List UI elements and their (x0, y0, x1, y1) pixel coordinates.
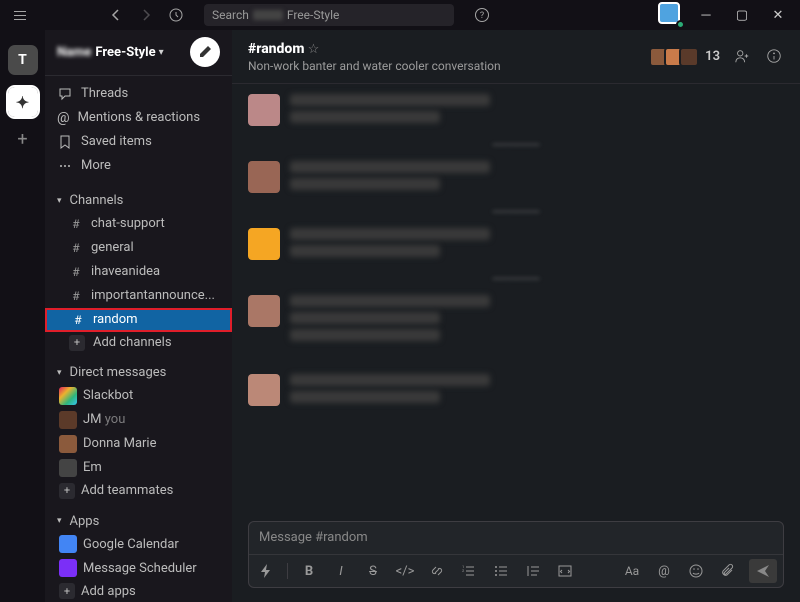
svg-text:2: 2 (462, 568, 465, 573)
dm-em[interactable]: Em (45, 456, 232, 480)
window-close[interactable]: ✕ (764, 3, 792, 27)
channel-header: #random ☆ Non-work banter and water cool… (232, 30, 800, 84)
history-back-button[interactable] (104, 3, 128, 27)
strike-button[interactable]: S (362, 560, 384, 582)
channel-general[interactable]: #general (45, 236, 232, 260)
channels-header[interactable]: ▾Channels (45, 190, 232, 212)
mention-button[interactable]: @ (653, 560, 675, 582)
channel-details-icon[interactable] (766, 48, 784, 66)
nav-saved[interactable]: Saved items (45, 130, 232, 154)
codeblock-button[interactable] (554, 560, 576, 582)
compose-button[interactable] (190, 37, 220, 67)
app-message-scheduler[interactable]: Message Scheduler (45, 556, 232, 580)
app-icon (59, 535, 77, 553)
composer-input[interactable]: Message #random (249, 522, 783, 554)
workspace-header[interactable]: Name Free-Style ▾ (45, 30, 232, 76)
avatar (59, 459, 77, 477)
menu-icon[interactable] (8, 3, 32, 27)
app-icon (59, 559, 77, 577)
add-teammates[interactable]: +Add teammates (45, 480, 232, 502)
shortcut-icon[interactable] (255, 560, 277, 582)
dm-header[interactable]: ▾Direct messages (45, 362, 232, 384)
search-input[interactable]: Search Free-Style (204, 4, 454, 26)
link-button[interactable] (426, 560, 448, 582)
hash-icon: # (69, 241, 83, 255)
channel-title[interactable]: #random (248, 41, 304, 57)
avatar (59, 435, 77, 453)
format-button[interactable]: Aa (621, 560, 643, 582)
dm-slackbot[interactable]: Slackbot (45, 384, 232, 408)
history-forward-button[interactable] (134, 3, 158, 27)
bullet-list-button[interactable] (490, 560, 512, 582)
send-button[interactable] (749, 559, 777, 583)
add-people-icon[interactable] (734, 48, 752, 66)
emoji-button[interactable] (685, 560, 707, 582)
hash-icon: # (71, 313, 85, 327)
window-maximize[interactable]: ▢ (728, 3, 756, 27)
nav-more[interactable]: More (45, 154, 232, 178)
channel-ihaveanidea[interactable]: #ihaveanidea (45, 260, 232, 284)
app-google-calendar[interactable]: Google Calendar (45, 532, 232, 556)
window-minimize[interactable]: ─ (692, 3, 720, 27)
add-apps[interactable]: +Add apps (45, 580, 232, 602)
code-button[interactable]: </> (394, 560, 416, 582)
channel-content: #random ☆ Non-work banter and water cool… (232, 30, 800, 602)
apps-header[interactable]: ▾Apps (45, 510, 232, 532)
hash-icon: # (69, 265, 83, 279)
titlebar: Search Free-Style ? ─ ▢ ✕ (0, 0, 800, 30)
dm-jm[interactable]: JM you (45, 408, 232, 432)
search-workspace: Free-Style (287, 8, 340, 22)
add-channels[interactable]: +Add channels (45, 332, 232, 354)
dm-donna-marie[interactable]: Donna Marie (45, 432, 232, 456)
user-presence[interactable] (658, 2, 684, 28)
svg-text:?: ? (480, 11, 484, 21)
message-list[interactable]: ────── ────── ────── (232, 84, 800, 521)
channel-chat-support[interactable]: #chat-support (45, 212, 232, 236)
add-workspace-button[interactable]: + (17, 129, 27, 150)
search-prefix: Search (212, 8, 249, 22)
member-avatars[interactable]: 13 (654, 47, 720, 67)
channel-topic: Non-work banter and water cooler convers… (248, 59, 501, 73)
attach-button[interactable] (717, 560, 739, 582)
channel-random[interactable]: #random (45, 308, 232, 332)
history-icon[interactable] (164, 3, 188, 27)
italic-button[interactable]: I (330, 560, 352, 582)
sidebar: Name Free-Style ▾ Threads @Mentions & re… (45, 30, 232, 602)
ordered-list-button[interactable]: 12 (458, 560, 480, 582)
composer-toolbar: B I S </> 12 Aa @ (249, 554, 783, 587)
avatar (59, 387, 77, 405)
workspace-switcher-active[interactable]: ✦ (8, 87, 38, 117)
nav-threads[interactable]: Threads (45, 82, 232, 106)
quote-button[interactable] (522, 560, 544, 582)
hash-icon: # (69, 289, 83, 303)
star-icon[interactable]: ☆ (308, 42, 320, 57)
workspace-switcher-t[interactable]: T (8, 45, 38, 75)
bold-button[interactable]: B (298, 560, 320, 582)
workspace-rail: T ✦ + (0, 30, 45, 602)
hash-icon: # (69, 217, 83, 231)
avatar (59, 411, 77, 429)
help-icon[interactable]: ? (470, 3, 494, 27)
nav-mentions[interactable]: @Mentions & reactions (45, 106, 232, 130)
message-composer: Message #random B I S </> 12 Aa @ (248, 521, 784, 588)
channel-importantannounce...[interactable]: #importantannounce... (45, 284, 232, 308)
